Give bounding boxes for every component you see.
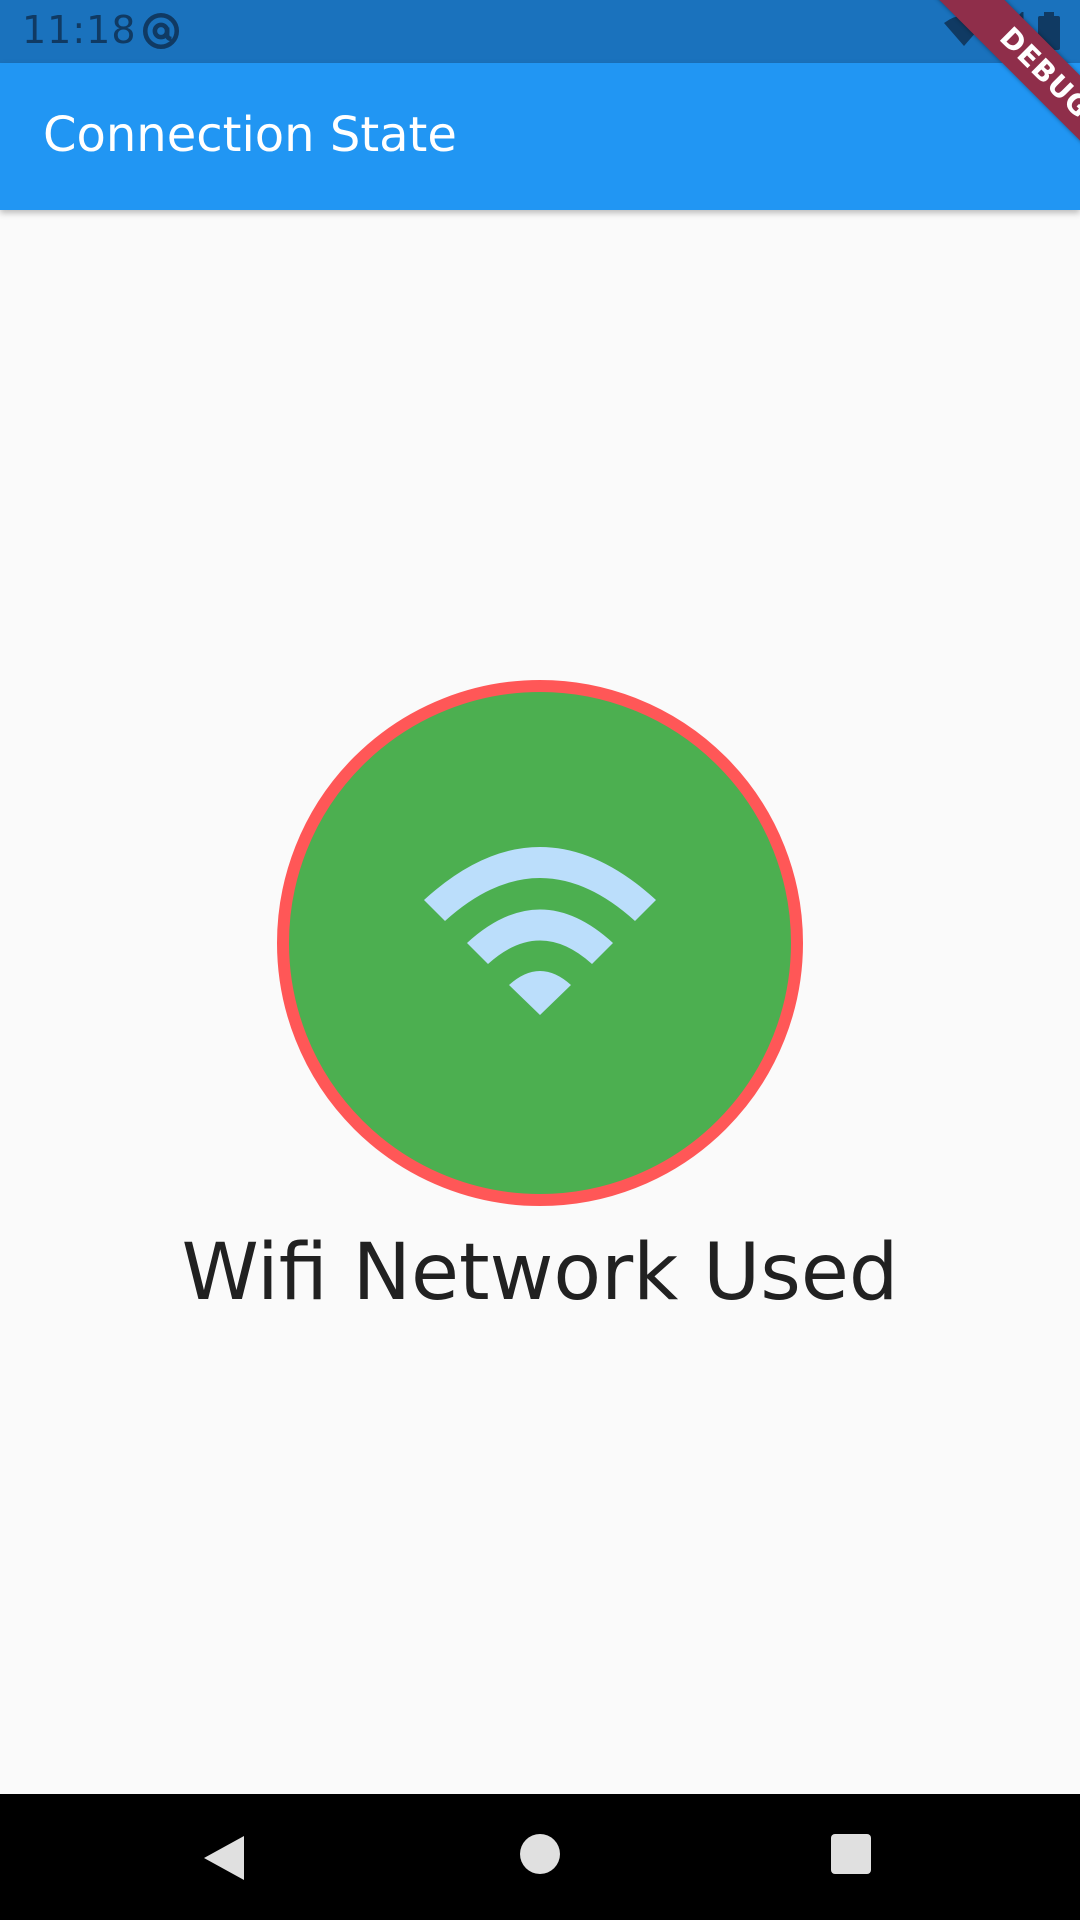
navigation-bar — [0, 1794, 1080, 1920]
wifi-icon — [424, 847, 656, 1015]
screen: 11:18 Connection State DEBUG Wifi Networ… — [0, 0, 1080, 1920]
status-time: 11:18 — [22, 8, 137, 52]
at-sign-icon — [142, 12, 180, 50]
connection-state-label: Wifi Network Used — [181, 1228, 899, 1318]
home-icon[interactable] — [520, 1834, 560, 1874]
recents-icon[interactable] — [831, 1834, 871, 1874]
page-title: Connection State — [43, 107, 457, 163]
back-icon[interactable] — [204, 1834, 248, 1882]
app-bar: Connection State — [0, 63, 1080, 210]
connection-status-circle — [277, 680, 803, 1206]
status-bar: 11:18 — [0, 0, 1080, 63]
